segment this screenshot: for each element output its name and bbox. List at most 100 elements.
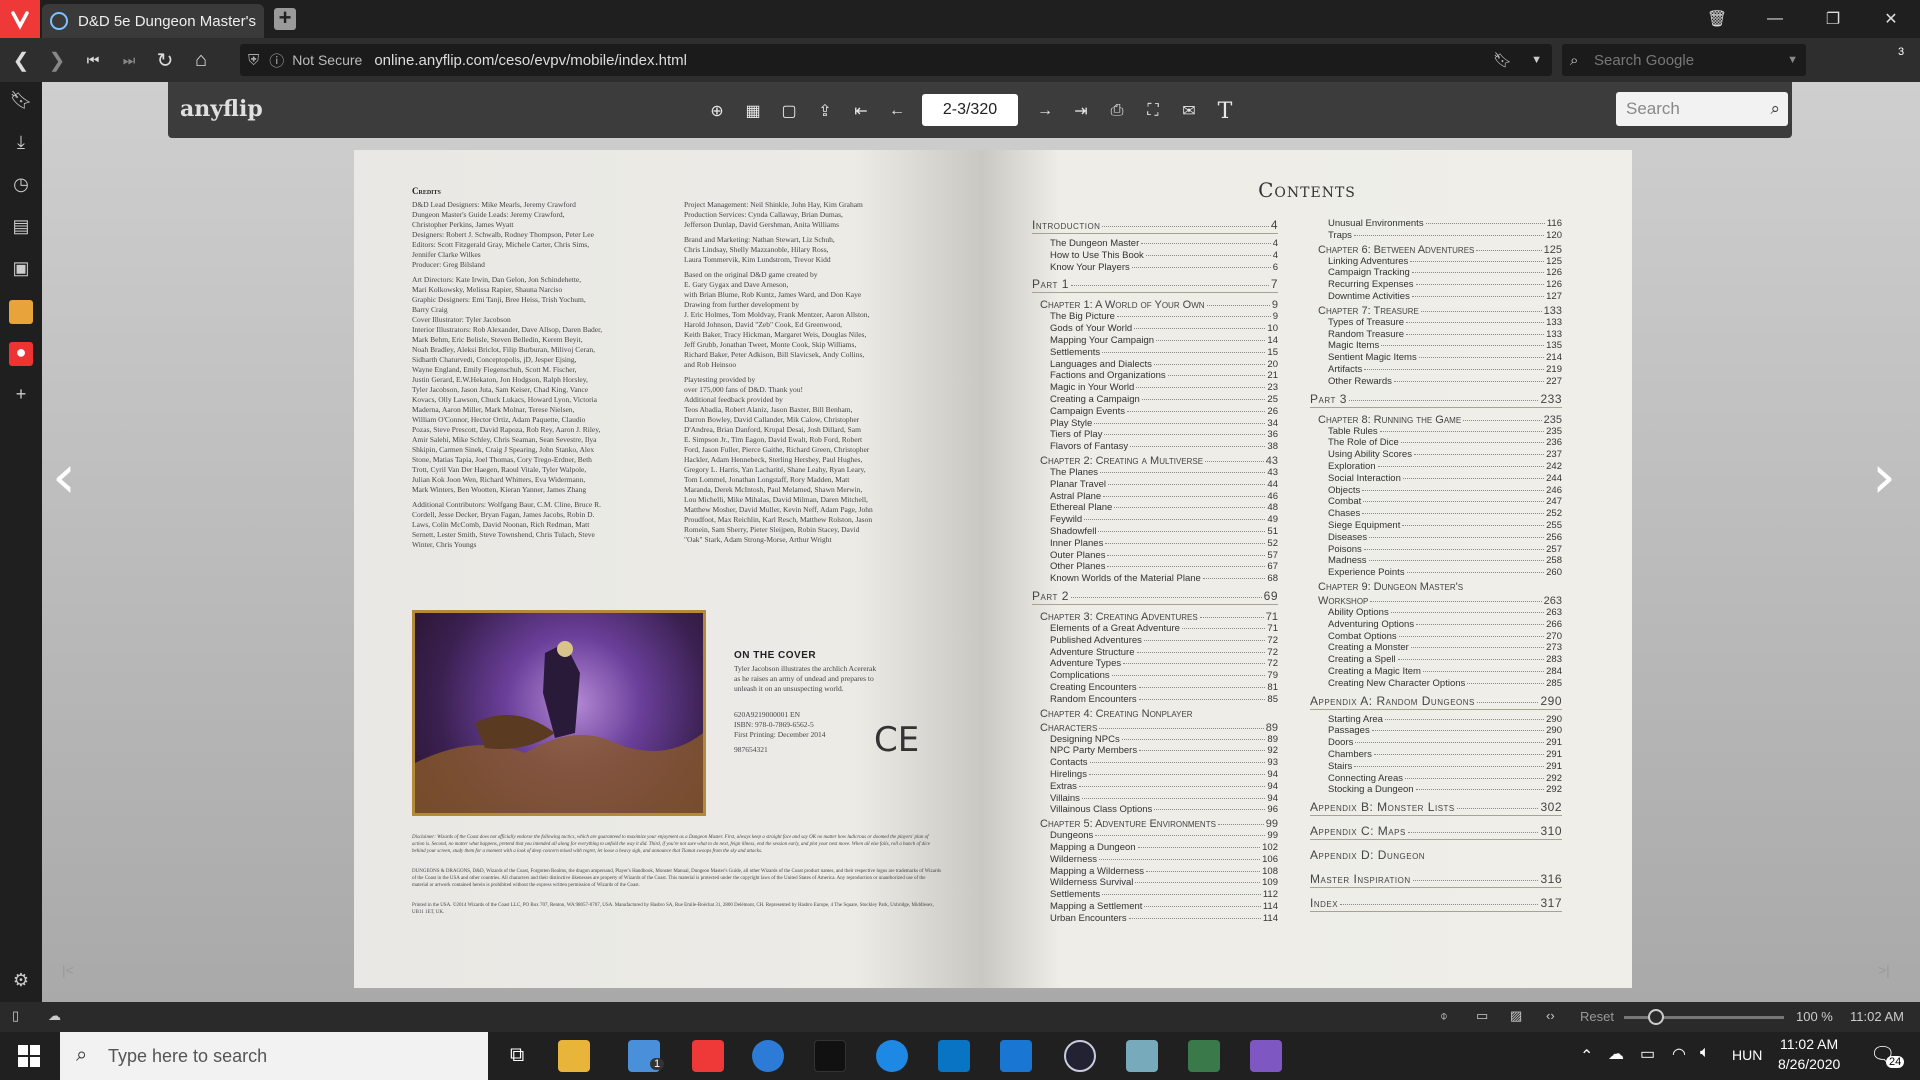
toc-entry[interactable]: Chapter 8: Running the Game 235 [1318, 414, 1562, 426]
toc-entry[interactable]: Urban Encounters 114 [1050, 913, 1278, 924]
bookmark-icon[interactable]: 🔖︎ [1493, 51, 1512, 69]
home-button[interactable]: ⌂ [186, 45, 216, 75]
toc-entry[interactable]: Linking Adventures 125 [1328, 256, 1562, 267]
toc-entry[interactable]: Using Ability Scores 237 [1328, 449, 1562, 460]
toc-entry[interactable]: Factions and Organizations 21 [1050, 370, 1278, 381]
toc-entry[interactable]: The Planes 43 [1050, 467, 1278, 478]
toc-entry[interactable]: Inner Planes 52 [1050, 538, 1278, 549]
toc-entry[interactable]: Recurring Expenses 126 [1328, 279, 1562, 290]
toc-entry[interactable]: Magic Items 135 [1328, 340, 1562, 351]
messenger-icon[interactable] [876, 1040, 908, 1072]
toc-entry[interactable]: The Dungeon Master 4 [1050, 238, 1278, 249]
image-toggle-icon[interactable]: ▨ [1510, 1008, 1522, 1024]
toc-entry[interactable]: Designing NPCs 89 [1050, 734, 1278, 745]
toc-entry[interactable]: Madness 258 [1328, 555, 1562, 566]
toc-entry[interactable]: How to Use This Book 4 [1050, 250, 1278, 261]
toc-entry[interactable]: The Role of Dice 236 [1328, 437, 1562, 448]
toc-entry[interactable]: The Big Picture 9 [1050, 311, 1278, 322]
reset-zoom-button[interactable]: Reset [1580, 1009, 1614, 1024]
toc-entry[interactable]: Poisons 257 [1328, 544, 1562, 555]
toc-entry[interactable]: Traps 120 [1328, 230, 1562, 241]
vivaldi-app-icon[interactable] [692, 1040, 724, 1072]
file-explorer-icon[interactable] [558, 1040, 590, 1072]
app-icon[interactable] [1000, 1040, 1032, 1072]
toc-entry[interactable]: Feywild 49 [1050, 514, 1278, 525]
shield-icon[interactable]: ⛨ [248, 52, 259, 69]
toc-entry[interactable]: Dungeons 99 [1050, 830, 1278, 841]
toc-entry[interactable]: Chases 252 [1328, 508, 1562, 519]
right-page[interactable]: Contents Introduction 4 The Dungeon Master… [982, 150, 1632, 988]
page-number-field[interactable]: 2-3/320 [922, 94, 1018, 126]
toc-entry[interactable]: Experience Points 260 [1328, 567, 1562, 578]
trash-icon[interactable]: 🗑 [1688, 9, 1746, 29]
toc-entry[interactable]: Characters 89 [1040, 722, 1278, 734]
single-page-icon[interactable]: ▢ [776, 98, 802, 124]
toc-entry[interactable]: Other Planes 67 [1050, 561, 1278, 572]
web-panel-icon[interactable] [9, 300, 33, 324]
taskbar-search-input[interactable]: ⌕ Type here to search [60, 1032, 488, 1080]
tiling-icon[interactable]: ▭ [1476, 1008, 1488, 1024]
url-text[interactable]: online.anyflip.com/ceso/evpv/mobile/inde… [374, 52, 687, 69]
toc-entry[interactable]: Introduction 4 [1032, 218, 1278, 232]
app-icon[interactable] [1064, 1040, 1096, 1072]
toc-entry[interactable]: Unusual Environments 116 [1328, 218, 1562, 229]
netflix-icon[interactable] [814, 1040, 846, 1072]
left-page[interactable]: Credits D&D Lead Designers: Mike Mearls,… [354, 150, 982, 988]
toc-entry[interactable]: Flavors of Fantasy 38 [1050, 441, 1278, 452]
toc-entry[interactable]: Outer Planes 57 [1050, 550, 1278, 561]
toc-entry[interactable]: Appendix A: Random Dungeons 290 [1310, 694, 1562, 708]
app-icon[interactable] [1126, 1040, 1158, 1072]
toc-entry[interactable]: Index 317 [1310, 896, 1562, 910]
toc-entry[interactable]: Table Rules 235 [1328, 426, 1562, 437]
toc-entry[interactable]: Exploration 242 [1328, 461, 1562, 472]
toc-entry[interactable]: Chapter 2: Creating a Multiverse 43 [1040, 455, 1278, 467]
toc-entry[interactable]: Mapping a Wilderness 108 [1050, 866, 1278, 877]
toc-entry[interactable]: Wilderness 106 [1050, 854, 1278, 865]
toc-entry[interactable]: Chapter 6: Between Adventures 125 [1318, 244, 1562, 256]
toc-entry[interactable]: Mapping a Dungeon 102 [1050, 842, 1278, 853]
toc-entry[interactable]: Hirelings 94 [1050, 769, 1278, 780]
toc-entry[interactable]: Mapping Your Campaign 14 [1050, 335, 1278, 346]
add-panel-icon[interactable]: + [9, 384, 33, 408]
zoom-in-icon[interactable]: ⊕ [704, 98, 730, 124]
chevron-down-icon[interactable]: ▼ [1787, 54, 1798, 66]
toc-entry[interactable]: Social Interaction 244 [1328, 473, 1562, 484]
app-icon[interactable] [1188, 1040, 1220, 1072]
info-icon[interactable]: ⓘ [269, 50, 284, 71]
page-corner-left-icon[interactable]: |< [62, 962, 74, 978]
taskbar-date[interactable]: 8/26/2020 [1778, 1056, 1840, 1072]
toc-entry[interactable]: Creating a Spell 283 [1328, 654, 1562, 665]
history-icon[interactable]: ◷ [9, 174, 33, 198]
toc-entry[interactable]: Connecting Areas 292 [1328, 773, 1562, 784]
toc-entry[interactable]: Part 1 7 [1032, 277, 1278, 291]
toc-entry[interactable]: Gods of Your World 10 [1050, 323, 1278, 334]
settings-gear-icon[interactable]: ⚙ [9, 970, 33, 994]
toc-entry[interactable]: Shadowfell 51 [1050, 526, 1278, 537]
toc-entry[interactable]: Wilderness Survival 109 [1050, 877, 1278, 888]
previous-page-arrow-icon[interactable]: ‹ [52, 442, 76, 512]
toc-entry[interactable]: Campaign Tracking 126 [1328, 267, 1562, 278]
toc-entry[interactable]: Stocking a Dungeon 292 [1328, 784, 1562, 795]
text-icon[interactable]: T [1212, 98, 1238, 124]
toc-entry[interactable]: Random Treasure 133 [1328, 329, 1562, 340]
toc-entry[interactable]: Settlements 15 [1050, 347, 1278, 358]
toc-entry[interactable]: Tiers of Play 36 [1050, 429, 1278, 440]
forward-button[interactable]: ❯ [42, 45, 72, 75]
chevron-up-icon[interactable]: ⌃ [1580, 1046, 1593, 1066]
first-page-icon[interactable]: ⇤ [848, 98, 874, 124]
toc-entry[interactable]: Chapter 4: Creating Nonplayer [1040, 708, 1278, 720]
search-engine-field[interactable]: ⌕ Search Google ▼ [1562, 44, 1806, 76]
toc-entry[interactable]: Siege Equipment 255 [1328, 520, 1562, 531]
anyflip-logo[interactable]: anyflip [180, 96, 263, 122]
toc-entry[interactable]: Objects 246 [1328, 485, 1562, 496]
toc-entry[interactable]: Doors 291 [1328, 737, 1562, 748]
toc-entry[interactable]: Master Inspiration 316 [1310, 872, 1562, 886]
toc-entry[interactable]: Villainous Class Options 96 [1050, 804, 1278, 815]
toc-entry[interactable]: Villains 94 [1050, 793, 1278, 804]
toc-entry[interactable]: Appendix C: Maps 310 [1310, 824, 1562, 838]
share-icon[interactable]: ⇪ [812, 98, 838, 124]
toc-entry[interactable]: Extras 94 [1050, 781, 1278, 792]
toc-entry[interactable]: Play Style 34 [1050, 418, 1278, 429]
next-page-icon[interactable]: → [1032, 98, 1058, 124]
wifi-icon[interactable]: ◠ [1672, 1044, 1686, 1064]
